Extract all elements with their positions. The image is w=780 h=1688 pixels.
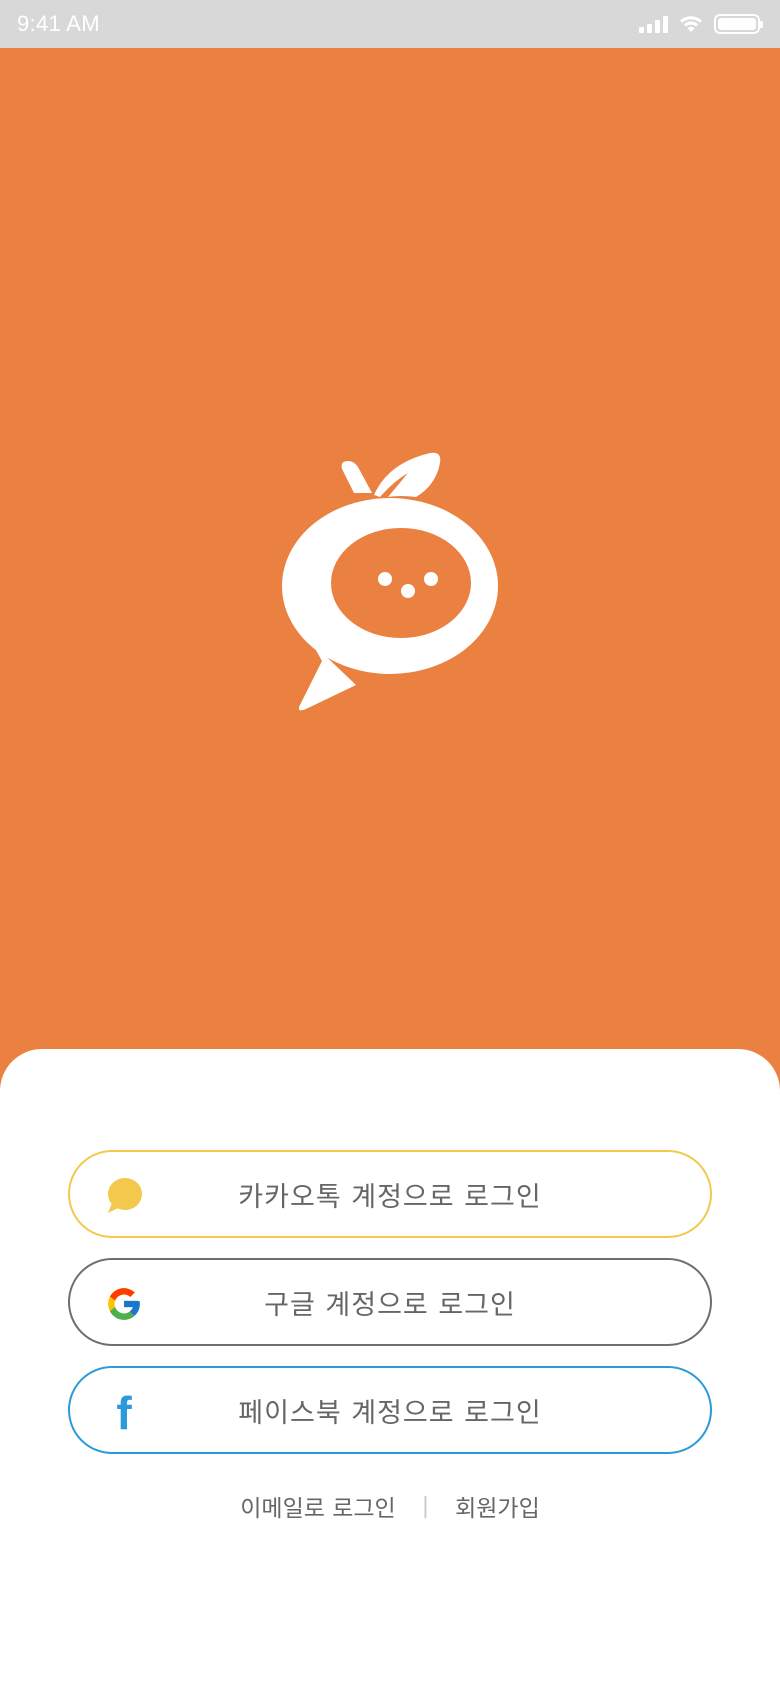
tangerine-chat-bubble-icon bbox=[282, 452, 498, 711]
bottom-links: 이메일로 로그인 | 회원가입 bbox=[0, 1489, 780, 1523]
facebook-login-button[interactable]: f 페이스북 계정으로 로그인 bbox=[68, 1366, 712, 1454]
login-sheet: 카카오톡 계정으로 로그인 구글 계정으로 로그인 f 페이스북 계정으로 로그… bbox=[0, 1049, 780, 1688]
google-login-label: 구글 계정으로 로그인 bbox=[264, 1289, 516, 1321]
battery-icon bbox=[714, 14, 763, 34]
cellular-signal-icon bbox=[639, 15, 668, 33]
hero-background bbox=[0, 48, 780, 1098]
link-separator: | bbox=[421, 1493, 430, 1519]
kakao-icon bbox=[102, 1174, 146, 1218]
wifi-icon bbox=[680, 16, 702, 32]
facebook-icon: f bbox=[116, 1387, 132, 1439]
kakao-login-button[interactable]: 카카오톡 계정으로 로그인 bbox=[68, 1150, 712, 1238]
status-bar: 9:41 AM bbox=[0, 0, 780, 48]
email-login-link[interactable]: 이메일로 로그인 bbox=[240, 1489, 395, 1523]
status-time: 9:41 AM bbox=[17, 11, 100, 36]
google-login-button[interactable]: 구글 계정으로 로그인 bbox=[68, 1258, 712, 1346]
google-icon bbox=[102, 1282, 146, 1326]
signup-link[interactable]: 회원가입 bbox=[455, 1489, 540, 1523]
facebook-login-label: 페이스북 계정으로 로그인 bbox=[238, 1397, 542, 1429]
status-icons bbox=[639, 14, 763, 34]
kakao-login-label: 카카오톡 계정으로 로그인 bbox=[238, 1181, 542, 1213]
